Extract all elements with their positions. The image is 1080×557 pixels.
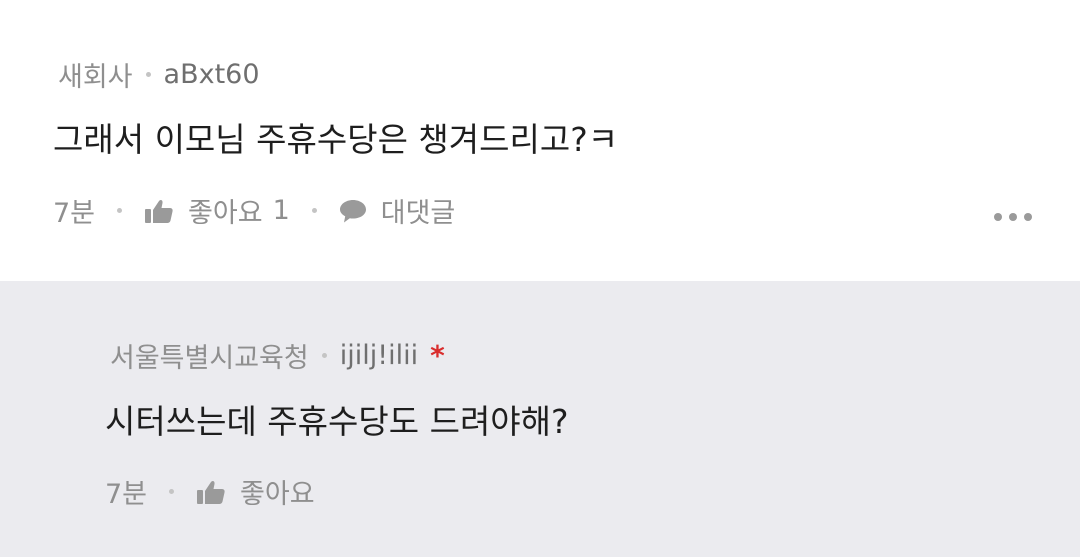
thumbs-up-icon [197, 480, 225, 504]
comment-meta: 새회사 aBxt60 [58, 55, 260, 94]
reply-button[interactable]: 대댓글 [339, 191, 456, 230]
comment-body: 그래서 이모님 주휴수당은 챙겨드리고?ㅋ [53, 120, 619, 159]
author-nickname[interactable]: aBxt60 [164, 59, 260, 90]
reply-label: 대댓글 [380, 198, 456, 229]
like-label: 좋아요 [240, 479, 315, 510]
speech-bubble-icon [339, 199, 366, 222]
comment-time: 7분 [53, 198, 96, 229]
more-dots-icon [1009, 213, 1017, 221]
reply-meta: 서울특별시교육청 ijilj!ilii * [110, 336, 445, 375]
more-dots-icon [1024, 213, 1032, 221]
reply-body: 시터쓰는데 주휴수당도 드려야해? [105, 402, 569, 441]
reply-actions: 7분 좋아요 [105, 472, 315, 511]
like-button[interactable]: 좋아요 [196, 472, 315, 511]
action-separator [169, 489, 175, 494]
author-company: 서울특별시교육청 [110, 343, 309, 374]
reply-item: 서울특별시교육청 ijilj!ilii * 시터쓰는데 주휴수당도 드려야해? … [0, 281, 1080, 557]
comment-actions: 7분 좋아요 1 대댓글 [53, 191, 455, 230]
author-nickname[interactable]: ijilj!ilii [340, 340, 418, 371]
meta-separator [145, 72, 151, 77]
meta-separator [321, 353, 327, 358]
action-separator [117, 208, 123, 213]
author-company: 새회사 [58, 62, 133, 93]
like-label: 좋아요 [188, 198, 263, 229]
more-dots-icon [994, 213, 1002, 221]
action-separator [311, 208, 317, 213]
like-count: 1 [272, 195, 290, 226]
comment-item: 새회사 aBxt60 그래서 이모님 주휴수당은 챙겨드리고?ㅋ 7분 좋아요 … [0, 0, 1080, 281]
like-button[interactable]: 좋아요 1 [144, 191, 290, 230]
author-marker: * [430, 339, 445, 372]
thumbs-up-icon [145, 199, 173, 223]
more-options-button[interactable] [994, 213, 1032, 221]
reply-time: 7분 [105, 479, 148, 510]
